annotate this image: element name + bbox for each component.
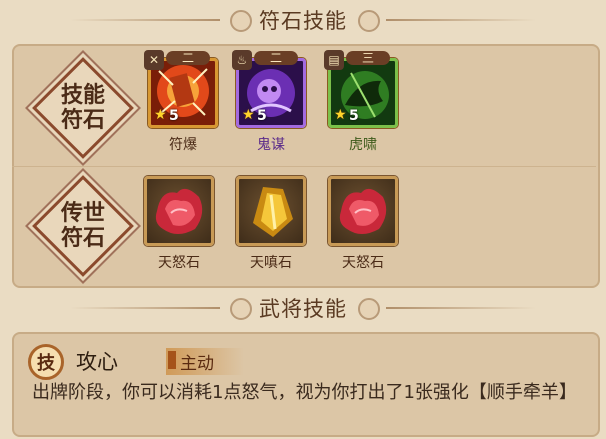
header-divider-left — [70, 19, 220, 21]
header-divider-right — [386, 19, 536, 21]
skill-name: 虎啸 — [349, 137, 377, 153]
red-stone-icon — [155, 188, 203, 234]
section-title: 符石技能 — [259, 9, 347, 33]
general-skills-header: 武将技能 — [0, 290, 606, 326]
skill-level: 5 — [257, 108, 267, 124]
scroll-ornament-right-icon — [358, 298, 380, 320]
star-icon: ★ — [242, 107, 255, 123]
section-title: 武将技能 — [259, 297, 347, 321]
legend-rune-3[interactable]: 天怒石 — [328, 176, 398, 272]
gold-stone-icon — [253, 187, 293, 237]
crossed-swords-icon: ✕ — [144, 50, 164, 70]
stone-name: 天嗔石 — [250, 255, 292, 271]
red-stone-icon — [339, 188, 387, 234]
star-icon: ★ — [334, 107, 347, 123]
stone-name: 天怒石 — [342, 255, 384, 271]
skill-rune-2[interactable]: ★ 5 ♨ 二 鬼谋 — [232, 50, 306, 154]
scroll-icon: ▤ — [324, 50, 344, 70]
skill-level: 5 — [349, 108, 359, 124]
rune-skills-header: 符石技能 — [0, 2, 606, 38]
general-skill-description: 出牌阶段，你可以消耗1点怒气，视为你打出了1张强化【顺手牵羊】 — [32, 382, 577, 403]
stone-frame — [328, 176, 398, 246]
row-divider — [12, 166, 596, 167]
stone-name: 天怒石 — [158, 255, 200, 271]
skill-rank: 二 — [166, 51, 210, 65]
star-icon: ★ — [154, 107, 167, 123]
header-divider-left — [70, 307, 220, 309]
general-skill-name: 攻心 — [76, 350, 118, 374]
skill-runes-label: 技能符石 — [24, 52, 142, 164]
scroll-ornament-right-icon — [358, 10, 380, 32]
stone-frame — [236, 176, 306, 246]
skill-name: 鬼谋 — [257, 137, 285, 153]
header-divider-right — [386, 307, 536, 309]
legend-rune-2[interactable]: 天嗔石 — [236, 176, 306, 272]
tag-mark-icon — [168, 351, 176, 369]
skill-level: 5 — [169, 108, 179, 124]
skill-rune-3[interactable]: ★ 5 ▤ 三 虎啸 — [324, 50, 398, 154]
skill-badge-icon: 技 — [28, 344, 64, 380]
skill-rune-1[interactable]: ★ 5 ✕ 二 符爆 — [144, 50, 218, 154]
skill-rank: 三 — [346, 51, 390, 65]
flame-icon: ♨ — [232, 50, 252, 70]
skill-type-tag: 主动 — [166, 348, 244, 375]
general-skill-panel: 技 攻心 主动 出牌阶段，你可以消耗1点怒气，视为你打出了1张强化【顺手牵羊】 — [12, 332, 600, 437]
legend-rune-1[interactable]: 天怒石 — [144, 176, 214, 272]
legend-runes-label: 传世符石 — [24, 170, 142, 282]
skill-name: 符爆 — [169, 137, 197, 153]
skill-rank: 二 — [254, 51, 298, 65]
stone-frame — [144, 176, 214, 246]
